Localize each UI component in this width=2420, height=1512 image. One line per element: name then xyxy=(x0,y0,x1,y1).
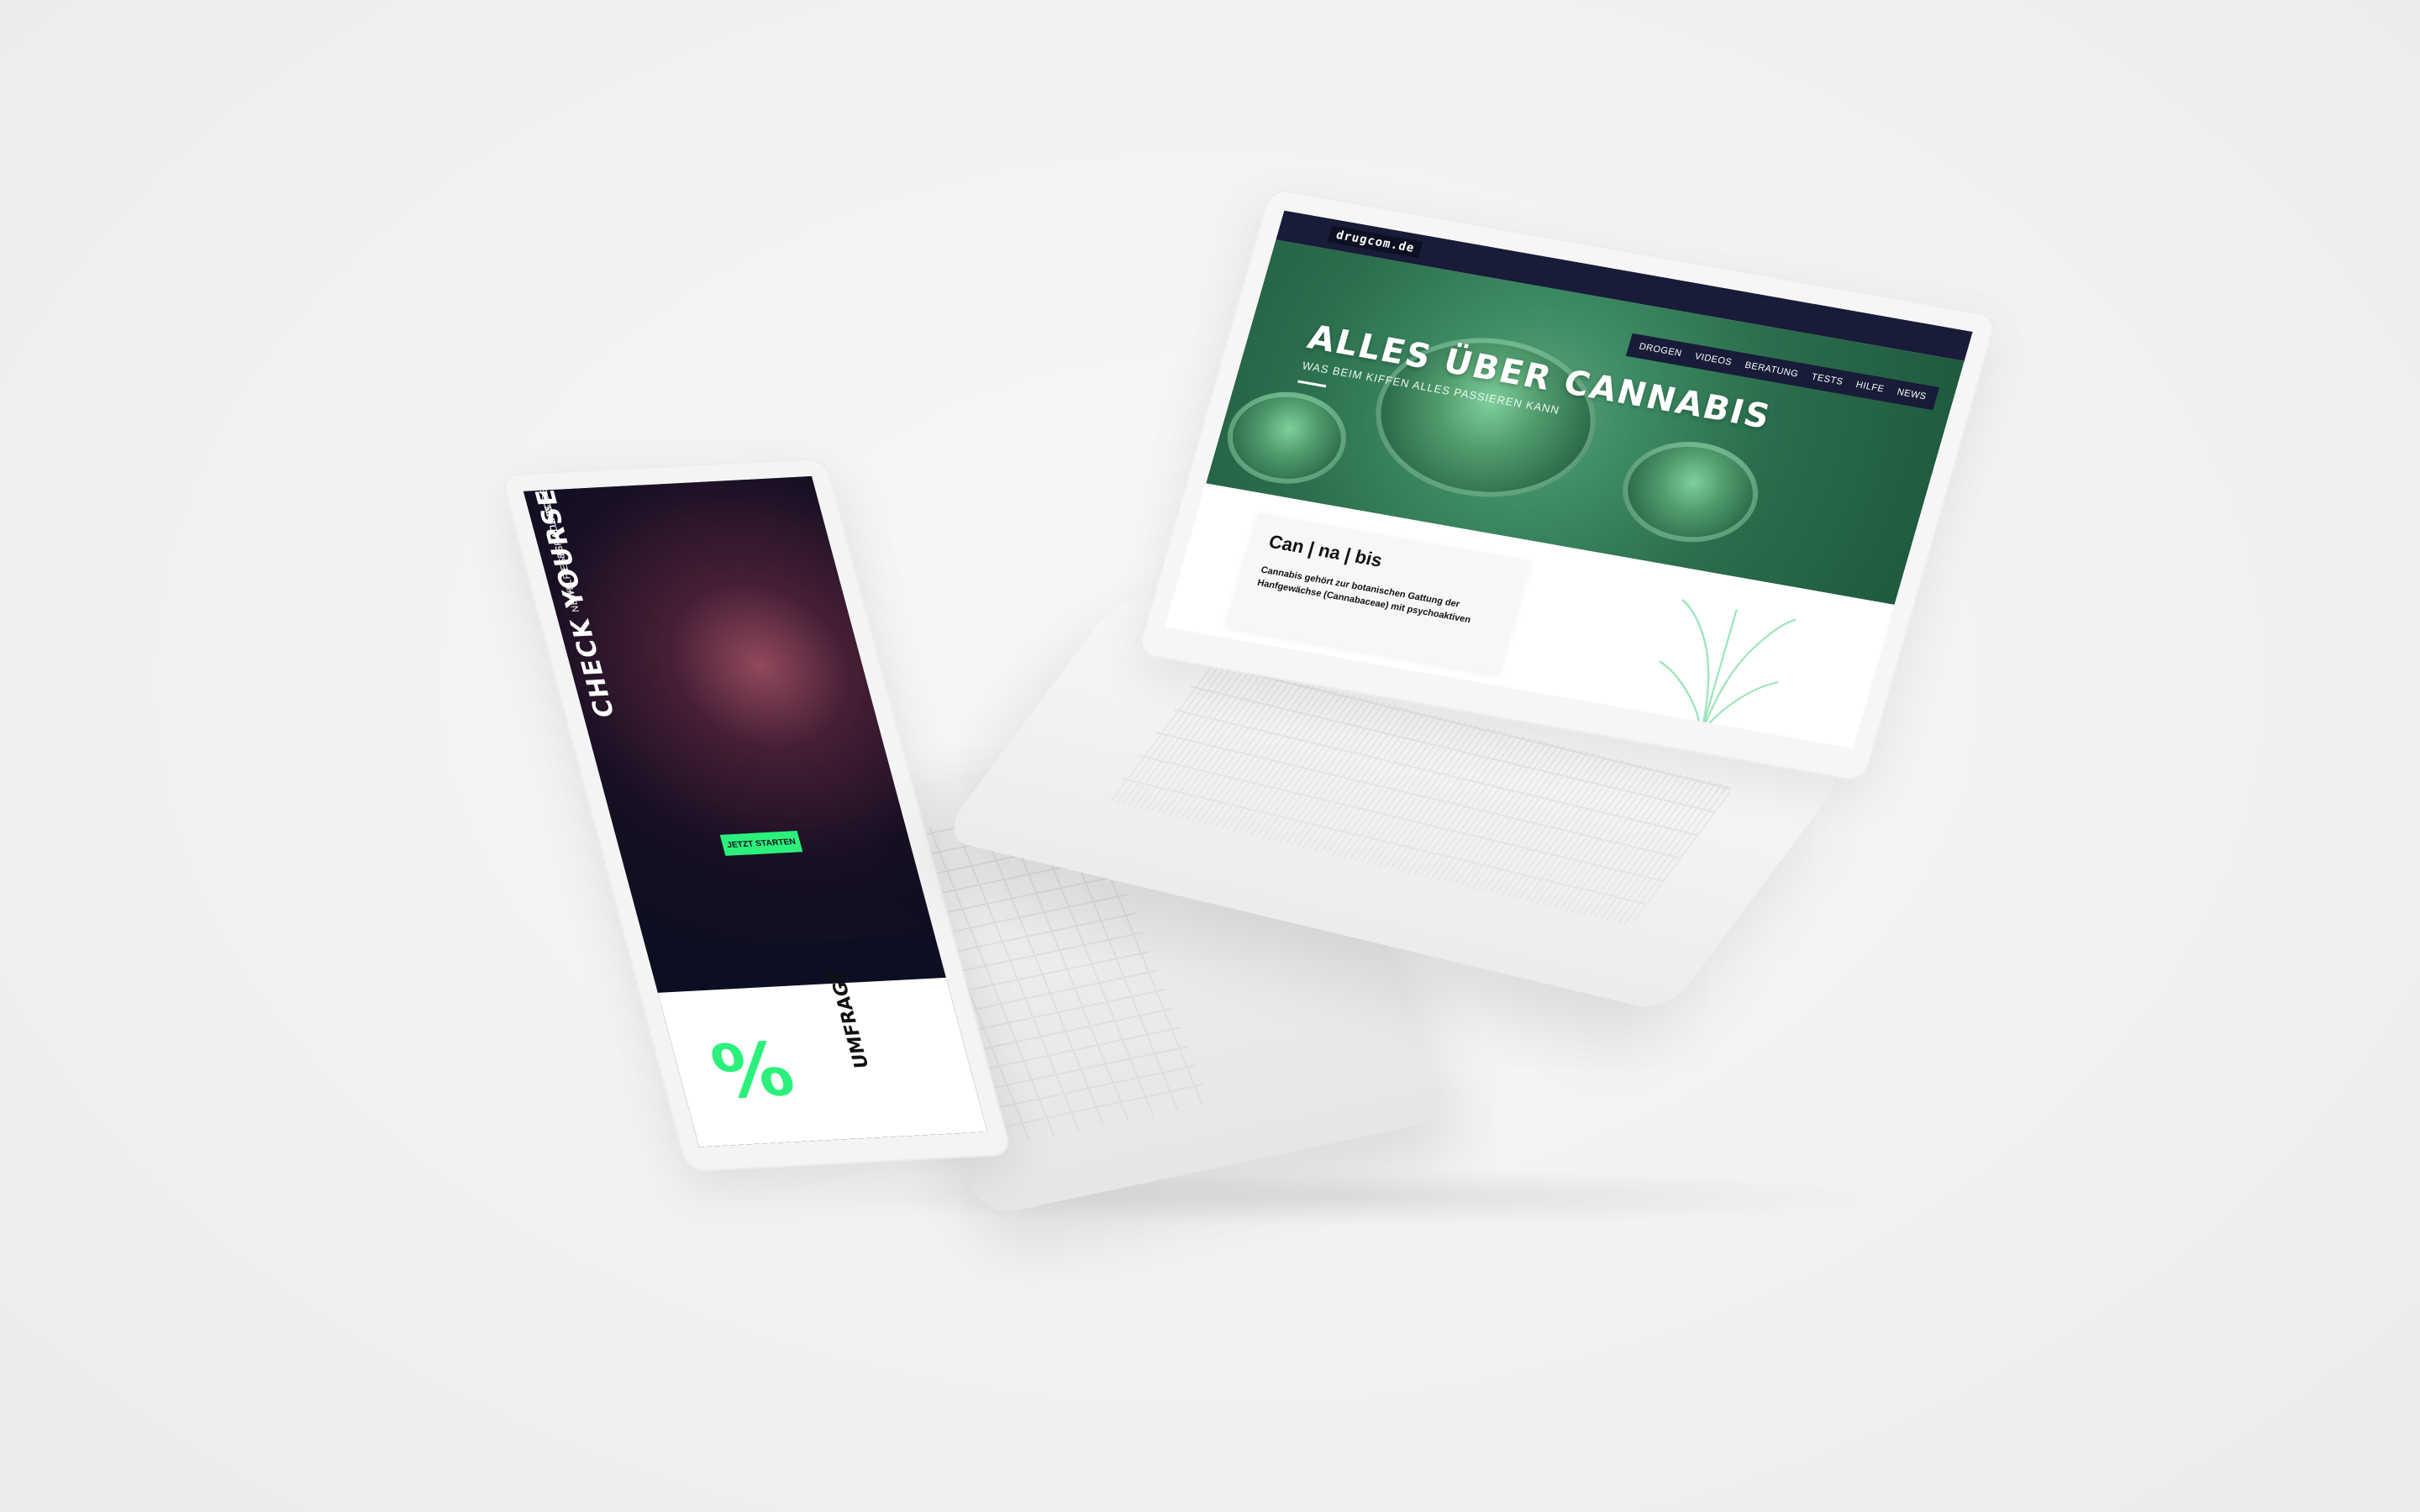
right-nav-item-drogen[interactable]: DROGEN xyxy=(1638,342,1683,360)
jar-graphic xyxy=(1610,431,1771,553)
cannabis-card: Can | na | bis Cannabis gehört zur botan… xyxy=(1225,512,1532,675)
right-laptop-screen: drugcom.de DROGEN VIDEOS BERATUNG TESTS … xyxy=(1165,210,1973,748)
right-nav-item-tests[interactable]: TESTS xyxy=(1810,372,1844,387)
cannabis-card-title: Can | na | bis xyxy=(1266,530,1385,571)
right-nav-item-news[interactable]: NEWS xyxy=(1896,387,1928,402)
cannabis-leaf-illustration xyxy=(1659,598,1797,735)
cannabis-card-text: Cannabis gehört zur botanischen Gattung … xyxy=(1255,564,1472,626)
jar-graphic xyxy=(1216,382,1358,493)
right-laptop: drugcom.de DROGEN VIDEOS BERATUNG TESTS … xyxy=(0,0,2420,1512)
right-nav-item-hilfe[interactable]: HILFE xyxy=(1854,380,1886,394)
right-nav-item-beratung[interactable]: BERATUNG xyxy=(1744,360,1800,380)
right-nav-item-videos[interactable]: VIDEOS xyxy=(1693,351,1733,367)
